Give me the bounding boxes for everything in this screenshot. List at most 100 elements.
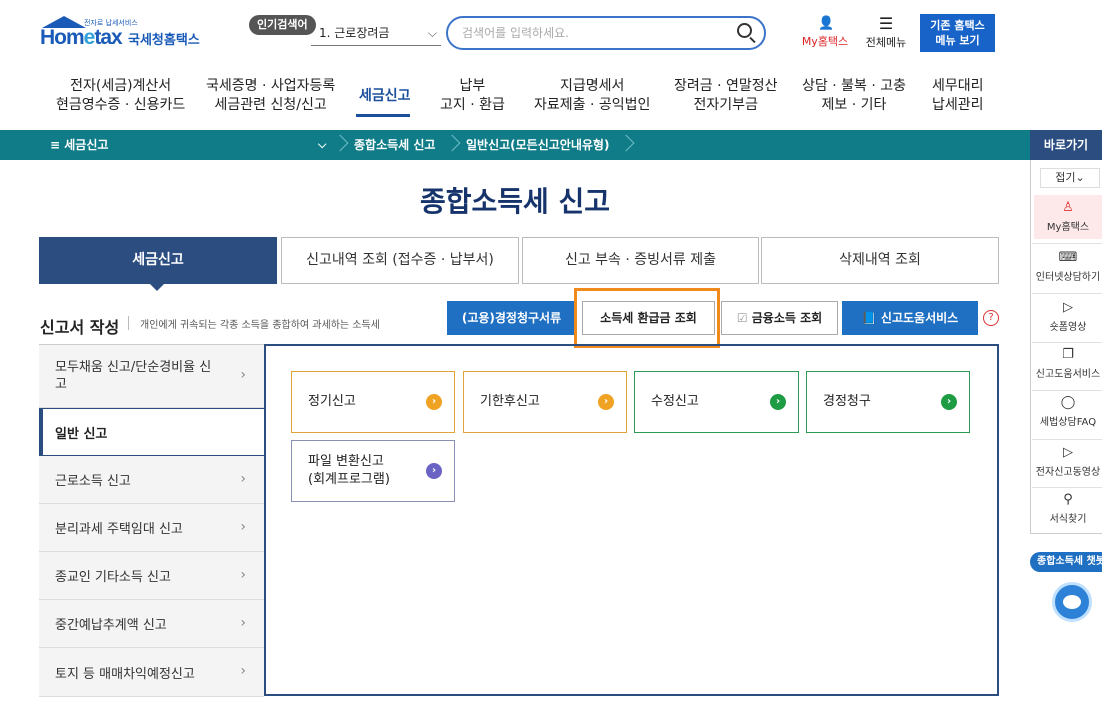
- logo-korean-text: 국세청홈택스: [128, 33, 200, 48]
- file-conversion-card[interactable]: 파일 변환신고 (회계프로그램) ›: [291, 440, 455, 502]
- late-filing-card[interactable]: 기한후신고 ›: [463, 371, 627, 433]
- hometax-logo[interactable]: 전자로 납세서비스 Hometax 국세청홈택스: [40, 14, 210, 50]
- gnb-sublabel: 납세관리: [932, 97, 984, 113]
- chevron-right-icon: ›: [240, 367, 246, 383]
- old-site-button[interactable]: 기존 홈택스 메뉴 보기: [920, 14, 995, 52]
- section-title: 신고서 작성: [40, 318, 120, 337]
- left-menu-item-religious[interactable]: 종교인 기타소득 신고 ›: [39, 552, 264, 600]
- chatbot-button[interactable]: 종합소득세 챗봇: [1030, 552, 1102, 572]
- popular-search-select[interactable]: 1. 근로장려금 ⌵: [311, 20, 441, 46]
- gnb-sublabel: 제보 · 기타: [821, 97, 887, 113]
- quick-item-shortform[interactable]: ▷ 숏폼영상: [1034, 300, 1102, 340]
- divider: [128, 316, 129, 330]
- left-menu-item-house-rental[interactable]: 분리과세 주택임대 신고 ›: [39, 504, 264, 552]
- correction-claim-card[interactable]: 경정청구 ›: [806, 371, 970, 433]
- left-menu-item-land-sale[interactable]: 토지 등 매매차익예정신고 ›: [39, 648, 264, 697]
- help-service-button[interactable]: 📘 신고도움서비스: [842, 301, 978, 335]
- divider: [1032, 342, 1102, 343]
- quick-item-faq[interactable]: ◯ 세법상담FAQ: [1034, 395, 1102, 435]
- gnb-item-e-invoice[interactable]: 전자(세금)계산서 현금영수증 · 신용카드: [56, 77, 185, 115]
- all-menu-label: 전체메뉴: [865, 36, 907, 49]
- gnb-sublabel: 고지 · 환급: [440, 97, 505, 113]
- left-menu-item-general[interactable]: 일반 신고: [39, 408, 264, 456]
- gnb-item-payment-statement[interactable]: 지급명세서 자료제출 · 공익법인: [534, 77, 650, 115]
- gnb-label: 세금신고: [359, 88, 411, 104]
- all-menu-button[interactable]: ☰ 전체메뉴: [860, 16, 912, 52]
- card-label: 수정신고: [651, 394, 699, 409]
- play-icon: ▷: [1063, 445, 1073, 460]
- tab-supporting-docs[interactable]: 신고 부속 · 증빙서류 제출: [522, 237, 759, 284]
- chevron-right-icon: ›: [240, 566, 246, 583]
- gnb-label: 세무대리: [932, 78, 984, 94]
- card-label: 기한후신고: [480, 394, 540, 409]
- breadcrumb-separator-icon: [334, 130, 346, 160]
- search-input[interactable]: 검색어를 입력하세요.: [446, 16, 766, 50]
- gnb-label: 상담 · 불복 · 고충: [802, 78, 906, 94]
- quick-fold-button[interactable]: 접기⌄: [1040, 168, 1100, 188]
- chevron-right-icon: ›: [240, 470, 246, 487]
- gnb-item-consulting[interactable]: 상담 · 불복 · 고충제보 · 기타: [802, 77, 906, 115]
- chevron-down-icon: ⌄: [1075, 171, 1085, 184]
- gnb-label: 장려금 · 연말정산: [674, 78, 778, 94]
- gnb-item-tax-filing[interactable]: 세금신고: [359, 87, 411, 106]
- gnb-sublabel: 현금영수증 · 신용카드: [56, 97, 186, 113]
- page-title: 종합소득세 신고: [419, 185, 611, 218]
- left-menu-label: 중간예납추계액 신고: [55, 618, 167, 633]
- breadcrumb-level2[interactable]: 종합소득세 신고: [354, 130, 435, 160]
- quick-fold-label: 접기: [1055, 171, 1076, 184]
- section-description: 개인에게 귀속되는 각종 소득을 종합하여 과세하는 소득세: [140, 320, 380, 331]
- hamburger-icon: ☰: [878, 14, 894, 33]
- breadcrumb-separator-icon: [446, 130, 458, 160]
- claim-documents-button[interactable]: (고용)경정청구서류: [447, 301, 576, 335]
- left-menu-item-earned-income[interactable]: 근로소득 신고 ›: [39, 456, 264, 504]
- popular-search-label: 인기검색어: [249, 15, 316, 35]
- arrow-right-icon: ›: [598, 394, 614, 410]
- highlight-box: [574, 288, 720, 348]
- tab-deleted-history[interactable]: 삭제내역 조회: [761, 237, 999, 284]
- breadcrumb-level3[interactable]: 일반신고(모든신고안내유형): [466, 130, 609, 160]
- divider: [1032, 390, 1102, 391]
- left-menu-label: 토지 등 매매차익예정신고: [55, 666, 195, 682]
- gnb-item-incentives[interactable]: 장려금 · 연말정산 전자기부금: [674, 77, 778, 115]
- book-icon: ❐: [1062, 347, 1074, 362]
- user-icon: ♙: [1062, 200, 1074, 215]
- quick-item-form-search[interactable]: ⚲ 서식찾기: [1034, 492, 1102, 528]
- quick-item-help-service[interactable]: ❐ 신고도움서비스: [1034, 347, 1102, 387]
- card-label: 경정청구: [823, 394, 871, 409]
- left-menu-label: 근로소득 신고: [55, 474, 131, 489]
- my-hometax-button[interactable]: 👤 My홈택스: [798, 16, 852, 52]
- divider: [1032, 243, 1102, 244]
- gnb-item-certificates[interactable]: 국세증명 · 사업자등록 세금관련 신청/신고: [206, 77, 335, 115]
- search-icon[interactable]: [737, 23, 752, 38]
- quick-item-label: 숏폼영상: [1049, 322, 1087, 333]
- gnb-sublabel: 자료제출 · 공익법인: [534, 97, 651, 113]
- user-icon: 👤: [818, 16, 835, 31]
- gnb-item-tax-agent[interactable]: 세무대리납세관리: [932, 77, 984, 115]
- regular-filing-card[interactable]: 정기신고 ›: [291, 371, 455, 433]
- quick-item-video[interactable]: ▷ 전자신고동영상: [1034, 445, 1102, 485]
- left-menu-item-interim[interactable]: 중간예납추계액 신고 ›: [39, 600, 264, 648]
- quick-item-label: 전자신고동영상: [1035, 467, 1101, 478]
- quick-item-label: 세법상담FAQ: [1039, 417, 1097, 428]
- chatbot-mascot-icon[interactable]: [1052, 582, 1092, 622]
- quick-item-my-hometax[interactable]: ♙ My홈택스: [1034, 195, 1102, 239]
- chevron-down-icon[interactable]: ⌵: [318, 130, 326, 160]
- search-icon: ⚲: [1063, 492, 1073, 507]
- my-hometax-label: My홈택스: [801, 35, 849, 48]
- left-menu-item-prefilled[interactable]: 모두채움 신고/단순경비율 신고 ›: [39, 345, 264, 408]
- help-icon[interactable]: ?: [983, 310, 999, 326]
- divider: [1032, 293, 1102, 294]
- tab-tax-filing[interactable]: 세금신고: [39, 237, 277, 284]
- divider: [1032, 439, 1102, 440]
- breadcrumb-menu[interactable]: ≡ 세금신고: [50, 130, 108, 160]
- gnb-item-payment[interactable]: 납부 고지 · 환급: [440, 77, 505, 115]
- financial-income-button[interactable]: ☑ 금융소득 조회: [721, 301, 838, 335]
- amended-filing-card[interactable]: 수정신고 ›: [634, 371, 799, 433]
- card-label-line1: 파일 변환신고: [308, 454, 384, 469]
- tab-filing-history[interactable]: 신고내역 조회 (접수증 · 납부서): [281, 237, 519, 284]
- left-menu-label: 분리과세 주택임대 신고: [55, 522, 183, 537]
- divider: [1032, 487, 1102, 488]
- quick-item-internet-consult[interactable]: ⌨ 인터넷상담하기: [1034, 250, 1102, 290]
- chevron-right-icon: ›: [240, 614, 246, 631]
- card-label: 정기신고: [308, 394, 356, 409]
